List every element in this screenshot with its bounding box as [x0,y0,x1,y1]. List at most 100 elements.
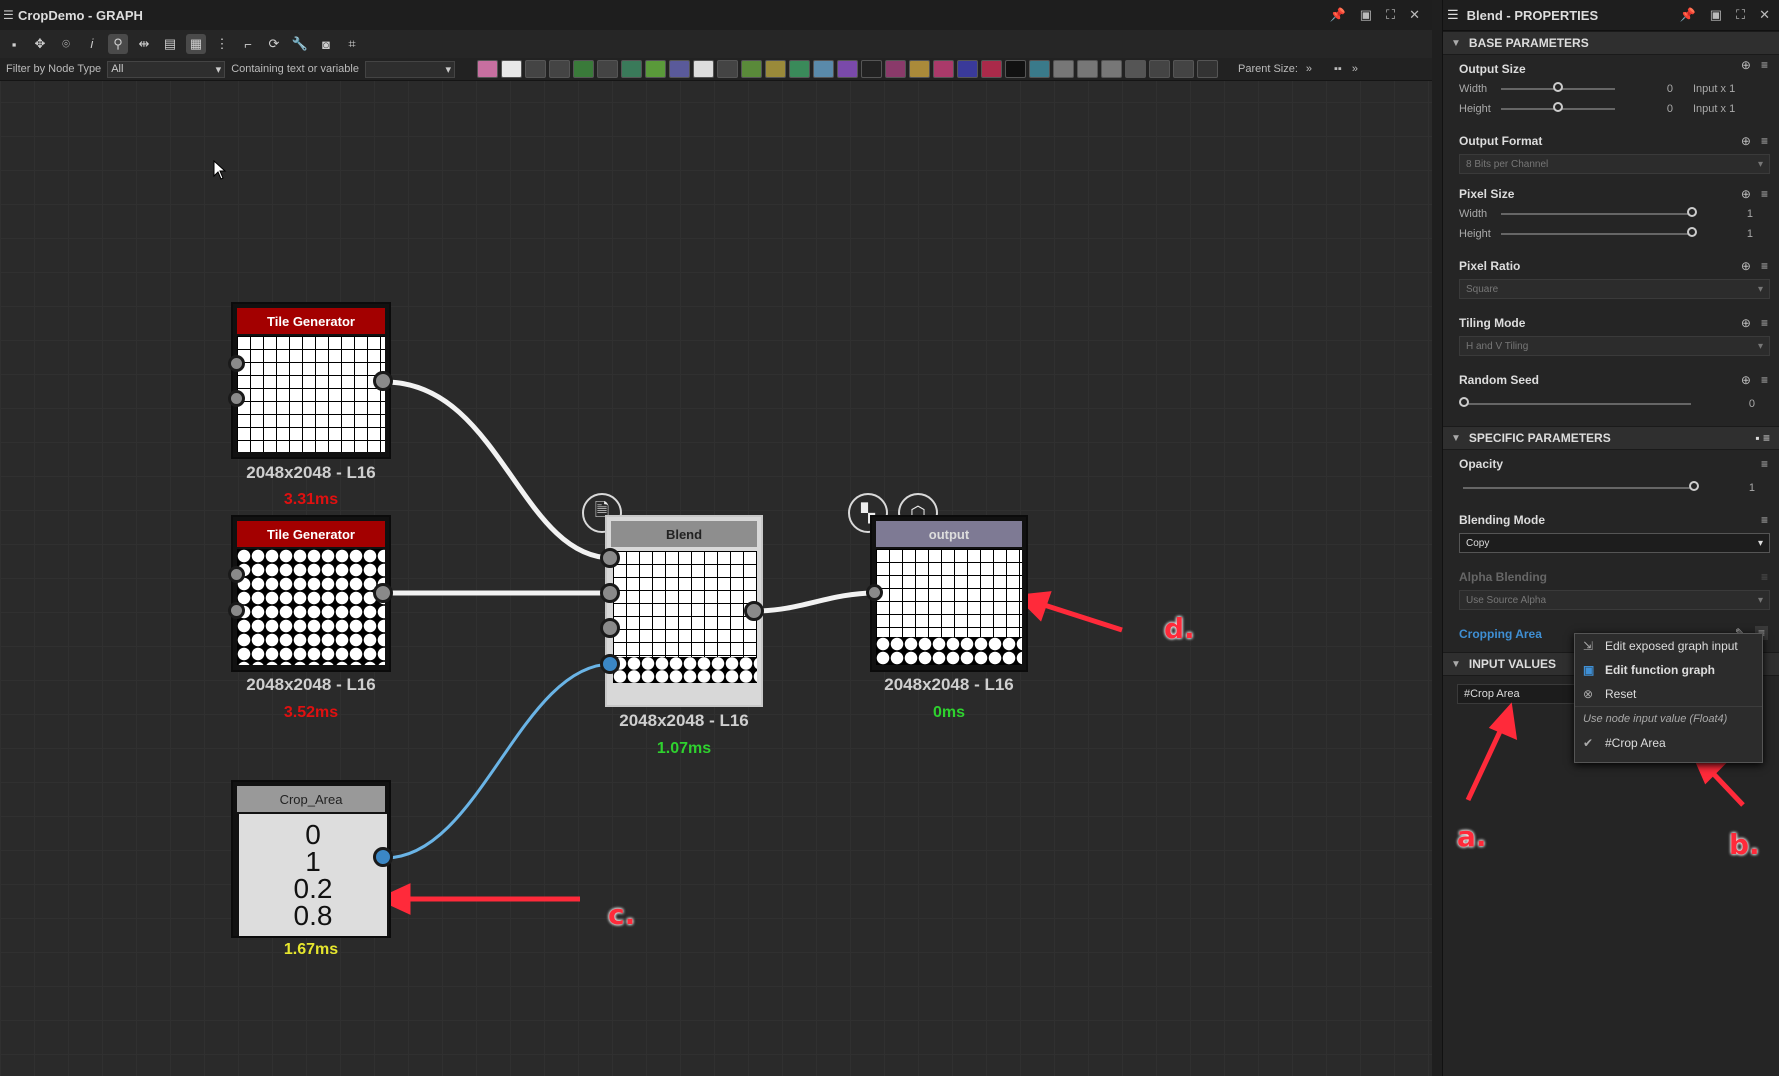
input-socket[interactable] [228,355,245,372]
blending-mode-dropdown[interactable]: Copy ▾ [1459,533,1770,553]
input-socket[interactable] [866,584,883,601]
opacity-slider[interactable] [1463,481,1699,491]
tile-generator-node-1[interactable]: Tile Generator [231,302,391,459]
output-socket[interactable] [744,601,764,621]
base-parameters-label: BASE PARAMETERS [1468,36,1589,50]
param-menu-icon[interactable]: ≡ [1761,134,1768,148]
opacity-value[interactable]: 1 [1695,482,1755,494]
expose-icon[interactable]: ⊕ [1741,259,1751,273]
input-socket[interactable] [228,566,245,583]
annotation-b: b. [1729,828,1760,861]
arrow-d-line [1037,600,1123,633]
input-socket[interactable] [600,583,620,603]
dropdown-value: Use Source Alpha [1466,594,1547,606]
param-blending-mode: Blending Mode ≡ Copy ▾ [1443,498,1779,553]
expose-icon[interactable]: ⊕ [1741,58,1751,72]
slider-knob[interactable] [1553,82,1563,92]
input-socket[interactable] [228,602,245,619]
output-height-value[interactable]: 0 [1615,103,1673,115]
param-menu-icon[interactable]: ≡ [1761,187,1768,201]
annotation-a: a. [1457,820,1487,853]
node-thumbnail-dots [613,657,757,683]
preset-icon[interactable]: ▪ ≡ [1755,431,1770,445]
pixel-width-value[interactable]: 1 [1693,208,1753,220]
expose-icon[interactable]: ⊕ [1741,134,1751,148]
output-format-dropdown[interactable]: 8 Bits per Channel ▾ [1459,154,1770,174]
slider-knob[interactable] [1687,207,1697,217]
output-socket[interactable] [373,583,393,603]
output-height-slider[interactable] [1501,102,1615,112]
output-socket[interactable] [373,847,393,867]
dropdown-value: 8 Bits per Channel [1466,158,1549,170]
param-menu-icon[interactable]: ≡ [1761,513,1768,527]
param-menu-icon[interactable]: ≡ [1761,259,1768,273]
menu-item-edit-exposed-input[interactable]: ⇲ Edit exposed graph input [1575,634,1762,658]
expose-icon[interactable]: ⊕ [1741,373,1751,387]
output-width-row: Width 0 Input x 1 [1459,79,1770,99]
random-seed-value[interactable]: 0 [1691,398,1755,410]
slider-knob[interactable] [1689,481,1699,491]
node-resolution: 2048x2048 - L16 [246,675,376,694]
graph-pane[interactable]: ☰ CropDemo - GRAPH 📌 ▣ ⛶ ✕ ▪ ✥ ⌾ 𝑖 ⚲ ⇹ ▤… [0,0,1432,1076]
slider-knob[interactable] [1687,227,1697,237]
expose-icon[interactable]: ⊕ [1741,187,1751,201]
output-width-mode[interactable]: Input x 1 [1693,83,1735,95]
pixel-height-value[interactable]: 1 [1693,228,1753,240]
close-icon[interactable]: ✕ [1759,7,1770,23]
opacity-row: 1 [1459,478,1770,498]
tiling-mode-dropdown[interactable]: H and V Tiling ▾ [1459,336,1770,356]
param-output-format: Output Format ⊕ ≡ 8 Bits per Channel ▾ [1443,119,1779,174]
chevron-down-icon: ▾ [1757,537,1763,549]
output-height-row: Height 0 Input x 1 [1459,99,1770,119]
param-name: Random Seed [1459,373,1540,387]
blend-node[interactable]: Blend [605,515,763,707]
mouse-cursor-icon [213,160,227,180]
menu-item-edit-function-graph[interactable]: ▣ Edit function graph [1575,658,1762,682]
param-menu-icon[interactable]: ≡ [1761,316,1768,330]
output-socket[interactable] [373,371,393,391]
output-height-mode[interactable]: Input x 1 [1693,103,1735,115]
output-node[interactable]: output [870,515,1028,672]
input-socket[interactable] [228,390,245,407]
crop-value-3: 0.8 [293,900,333,931]
dropdown-value: Square [1466,283,1499,295]
maximize-icon[interactable]: ⛶ [1736,7,1745,23]
random-seed-slider[interactable] [1459,397,1691,407]
pixel-ratio-dropdown[interactable]: Square ▾ [1459,279,1770,299]
slider-knob[interactable] [1553,102,1563,112]
menu-icon[interactable]: ☰ [1447,7,1459,23]
output-width-slider[interactable] [1501,82,1615,92]
param-name: Blending Mode [1459,513,1545,527]
pixel-width-slider[interactable] [1501,207,1697,217]
param-menu-icon[interactable]: ≡ [1761,457,1768,471]
expose-icon[interactable]: ⊕ [1741,316,1751,330]
alpha-blending-dropdown: Use Source Alpha ▾ [1459,590,1770,610]
pin-icon[interactable]: 📌 [1680,7,1696,23]
menu-item-reset[interactable]: ⊗ Reset [1575,682,1762,706]
input-socket-cropping[interactable] [600,654,620,674]
param-menu-icon[interactable]: ≡ [1761,373,1768,387]
node-title: Tile Generator [237,521,385,547]
annotation-d: d. [1164,612,1195,645]
input-socket[interactable] [600,618,620,638]
input-socket[interactable] [600,548,620,568]
arrow-a-line [1465,723,1506,802]
menu-item-crop-area[interactable]: ✔ #Crop Area [1575,731,1762,755]
node-thumbnail [237,336,385,452]
restore-icon[interactable]: ▣ [1710,7,1722,23]
base-parameters-header[interactable]: ▼ BASE PARAMETERS [1443,31,1779,55]
specific-parameters-header[interactable]: ▼ SPECIFIC PARAMETERS ▪ ≡ [1443,426,1779,450]
param-menu-icon: ≡ [1760,570,1768,584]
crop-area-node[interactable]: Crop_Area 0 1 0.2 0.8 [231,780,391,938]
arrow-b-line [1706,766,1745,807]
node-time: 0ms [932,704,966,721]
output-width-value[interactable]: 0 [1615,83,1673,95]
param-menu-icon[interactable]: ≡ [1761,58,1768,72]
input-value-field[interactable]: #Crop Area [1457,684,1585,704]
tile-generator-node-2[interactable]: Tile Generator [231,515,391,672]
node-time: 1.07ms [656,740,712,757]
slider-knob[interactable] [1459,397,1469,407]
pixel-height-slider[interactable] [1501,227,1697,237]
node-title: Crop_Area [237,786,385,812]
menu-item-label: Edit exposed graph input [1605,639,1738,653]
